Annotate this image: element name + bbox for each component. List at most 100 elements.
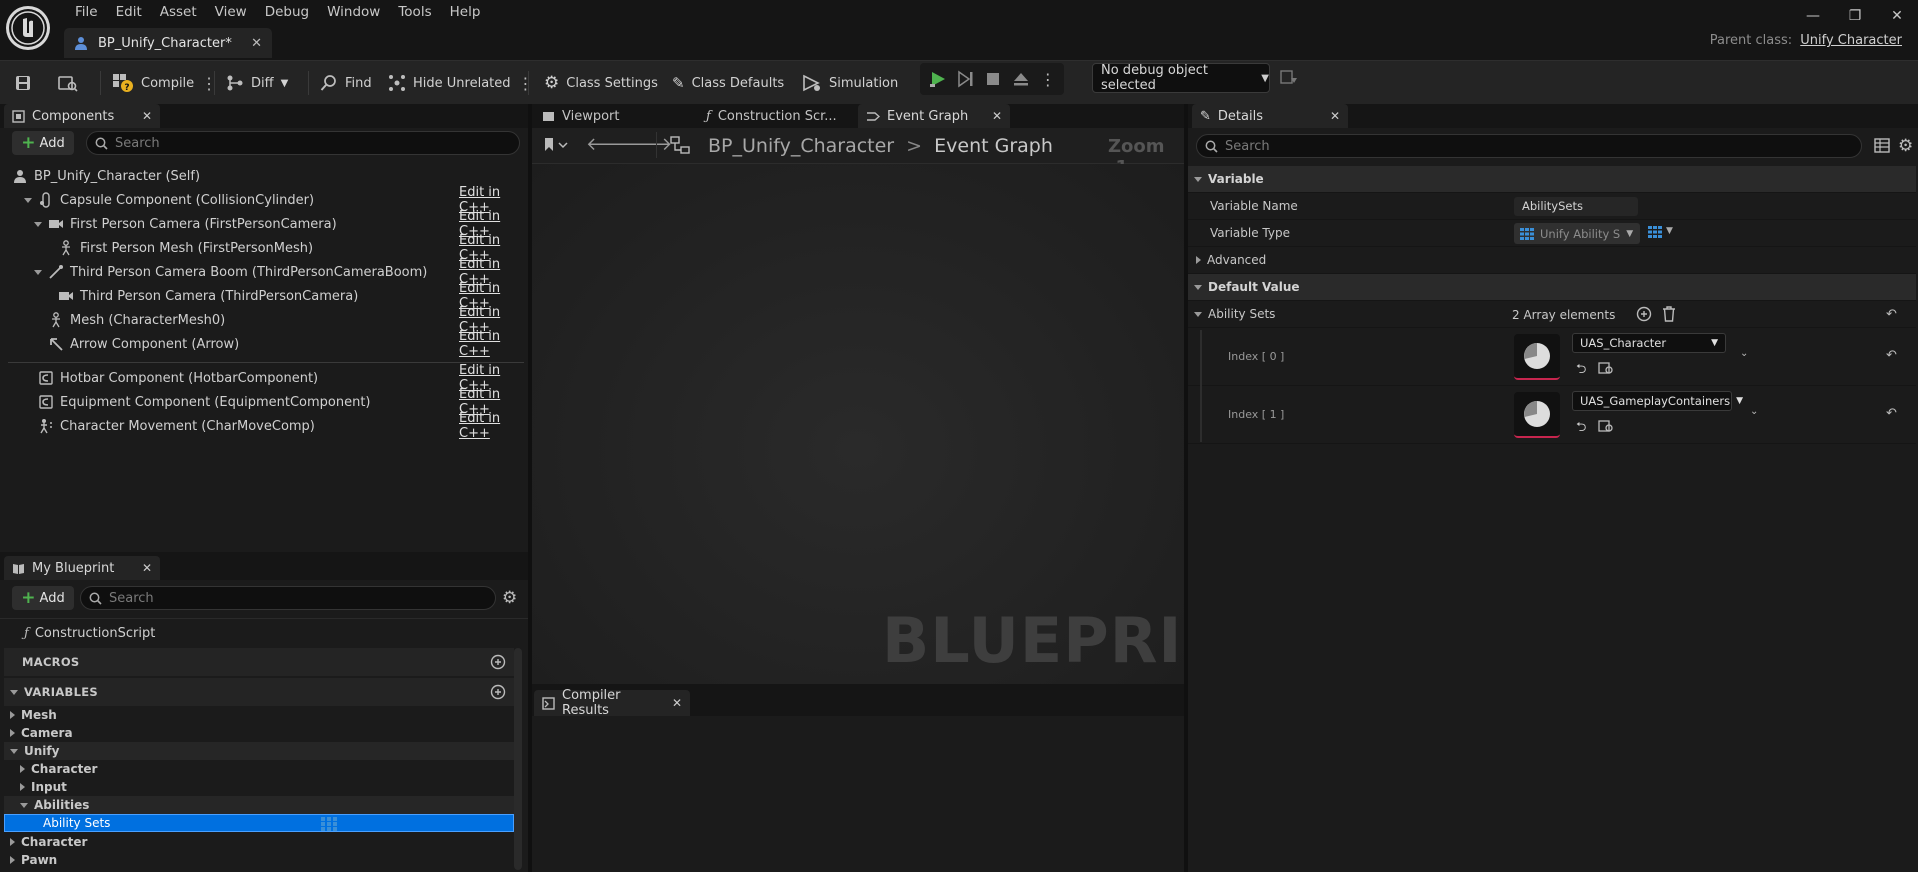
close-window-icon[interactable]: ✕ [1876, 8, 1918, 24]
menu-asset[interactable]: Asset [151, 2, 206, 22]
breadcrumb-root[interactable]: BP_Unify_Character [708, 135, 894, 157]
add-variable-icon[interactable] [490, 684, 506, 700]
close-tab-icon[interactable]: ✕ [672, 696, 682, 710]
add-blueprint-item-button[interactable]: + Add [12, 586, 74, 610]
tab-viewport[interactable]: Viewport [534, 104, 694, 128]
browse-asset-icon[interactable] [1598, 361, 1614, 375]
class-settings-button[interactable]: ⚙ Class Settings [544, 68, 658, 98]
table-view-icon[interactable] [1874, 138, 1890, 153]
variable-ability-sets[interactable]: Ability Sets [4, 814, 514, 832]
component-item[interactable]: Mesh (CharacterMesh0) Edit in C++ [0, 305, 526, 335]
construction-script-item[interactable]: ƒ ConstructionScript [24, 626, 155, 641]
components-search-input[interactable]: Search [86, 131, 520, 155]
debug-object-select[interactable]: No debug object selected ▼ [1092, 63, 1270, 93]
variable-category[interactable]: Input [4, 778, 514, 796]
component-item[interactable]: Hotbar Component (HotbarComponent) Edit … [0, 363, 526, 393]
settings-gear-icon[interactable]: ⚙ [1898, 136, 1913, 156]
close-tab-icon[interactable]: ✕ [251, 36, 262, 51]
menu-debug[interactable]: Debug [256, 2, 318, 22]
parent-class-link[interactable]: Unify Character [1800, 33, 1902, 48]
bookmark-icon[interactable] [542, 136, 568, 154]
component-item[interactable]: First Person Camera (FirstPersonCamera) … [0, 209, 526, 239]
category-variable[interactable]: Variable [1188, 166, 1916, 193]
expand-arrow-icon[interactable] [34, 221, 42, 227]
browse-icon[interactable] [58, 68, 78, 98]
play-options-icon[interactable]: ⋮ [1040, 70, 1056, 89]
find-button[interactable]: Find [320, 68, 372, 98]
document-tab[interactable]: BP_Unify_Character* ✕ [64, 28, 272, 58]
variables-section[interactable]: VARIABLES [4, 678, 514, 706]
my-blueprint-tab[interactable]: My Blueprint ✕ [4, 556, 160, 580]
play-icon[interactable] [929, 70, 947, 88]
menu-help[interactable]: Help [441, 2, 490, 22]
compiler-results-tab[interactable]: Compiler Results ✕ [534, 688, 690, 718]
component-item[interactable]: Capsule Component (CollisionCylinder) Ed… [0, 185, 526, 215]
stop-icon[interactable] [985, 71, 1001, 87]
close-tab-icon[interactable]: ✕ [1330, 109, 1340, 123]
menu-window[interactable]: Window [318, 2, 389, 22]
variable-category[interactable]: Character [4, 760, 514, 778]
hide-unrelated-button[interactable]: Hide Unrelated ⋮ [388, 68, 534, 98]
add-macro-icon[interactable] [490, 654, 506, 670]
row-advanced[interactable]: Advanced [1188, 247, 1916, 274]
settings-gear-icon[interactable]: ⚙ [502, 588, 517, 608]
variable-category[interactable]: Mesh [4, 706, 514, 724]
edit-in-cpp-link[interactable]: Edit in C++ [459, 329, 526, 359]
diff-button[interactable]: Diff ▼ [226, 68, 288, 98]
step-icon[interactable] [957, 70, 975, 88]
macros-section[interactable]: MACROS [4, 648, 514, 676]
tab-construction-script[interactable]: ƒ Construction Scr... [698, 104, 858, 128]
close-tab-icon[interactable]: ✕ [992, 109, 1002, 123]
component-item[interactable]: Third Person Camera Boom (ThirdPersonCam… [0, 257, 526, 287]
components-tab[interactable]: Components ✕ [4, 104, 160, 128]
use-selected-icon[interactable]: ⮌ [1576, 360, 1586, 382]
reset-icon[interactable]: ↶ [1886, 307, 1897, 322]
asset-picker-1[interactable]: UAS_GameplayContainers ▼ [1572, 391, 1743, 411]
expand-chevron-icon[interactable]: ⌄ [1740, 348, 1748, 359]
add-component-button[interactable]: + Add [12, 131, 74, 155]
menu-view[interactable]: View [206, 2, 256, 22]
variable-type-select[interactable]: Unify Ability S ▼ [1514, 223, 1640, 244]
container-type-select[interactable]: ▼ [1648, 226, 1673, 238]
reset-icon[interactable]: ↶ [1886, 348, 1897, 363]
component-item[interactable]: Third Person Camera (ThirdPersonCamera) … [0, 281, 526, 311]
asset-thumbnail[interactable] [1514, 392, 1560, 438]
scrollbar[interactable] [514, 648, 522, 870]
add-element-icon[interactable] [1636, 306, 1652, 322]
minimize-icon[interactable]: — [1792, 8, 1834, 24]
component-item[interactable]: Character Movement (CharMoveComp) Edit i… [0, 411, 526, 441]
component-item[interactable]: Equipment Component (EquipmentComponent)… [0, 387, 526, 417]
expand-arrow-icon[interactable] [34, 269, 42, 275]
debug-filter-icon[interactable] [1280, 70, 1298, 86]
close-tab-icon[interactable]: ✕ [142, 561, 152, 575]
forward-arrow-icon[interactable]: 🡒 [624, 134, 672, 155]
eject-icon[interactable] [1012, 70, 1030, 88]
reset-icon[interactable]: ↶ [1886, 406, 1897, 421]
my-blueprint-search-input[interactable]: Search [80, 586, 496, 610]
variable-category[interactable]: Camera [4, 724, 514, 742]
breadcrumb-leaf[interactable]: Event Graph [934, 135, 1053, 157]
component-item[interactable]: Arrow Component (Arrow) Edit in C++ [0, 329, 526, 359]
hide-unrelated-options-icon[interactable]: ⋮ [518, 74, 534, 93]
category-default-value[interactable]: Default Value [1188, 274, 1916, 301]
variable-category[interactable]: Character [4, 833, 514, 851]
expand-chevron-icon[interactable]: ⌄ [1750, 406, 1758, 417]
browse-asset-icon[interactable] [1598, 419, 1614, 433]
asset-picker-0[interactable]: UAS_Character ▼ [1572, 333, 1726, 353]
save-icon[interactable] [14, 68, 32, 98]
menu-file[interactable]: File [66, 2, 107, 22]
menu-edit[interactable]: Edit [107, 2, 151, 22]
component-root[interactable]: BP_Unify_Character (Self) [0, 164, 526, 188]
simulation-button[interactable]: Simulation [802, 68, 898, 98]
trash-icon[interactable] [1662, 306, 1676, 322]
edit-in-cpp-link[interactable]: Edit in C++ [459, 411, 526, 441]
menu-tools[interactable]: Tools [389, 2, 440, 22]
component-item[interactable]: First Person Mesh (FirstPersonMesh) Edit… [0, 233, 526, 263]
tab-event-graph[interactable]: Event Graph ✕ [858, 104, 1010, 128]
variable-category[interactable]: Pawn [4, 851, 514, 869]
unreal-logo-icon[interactable] [6, 6, 50, 50]
expand-arrow-icon[interactable] [24, 197, 32, 203]
use-selected-icon[interactable]: ⮌ [1576, 418, 1586, 440]
close-tab-icon[interactable]: ✕ [142, 109, 152, 123]
compile-button[interactable]: ? Compile ⋮ [112, 68, 217, 98]
